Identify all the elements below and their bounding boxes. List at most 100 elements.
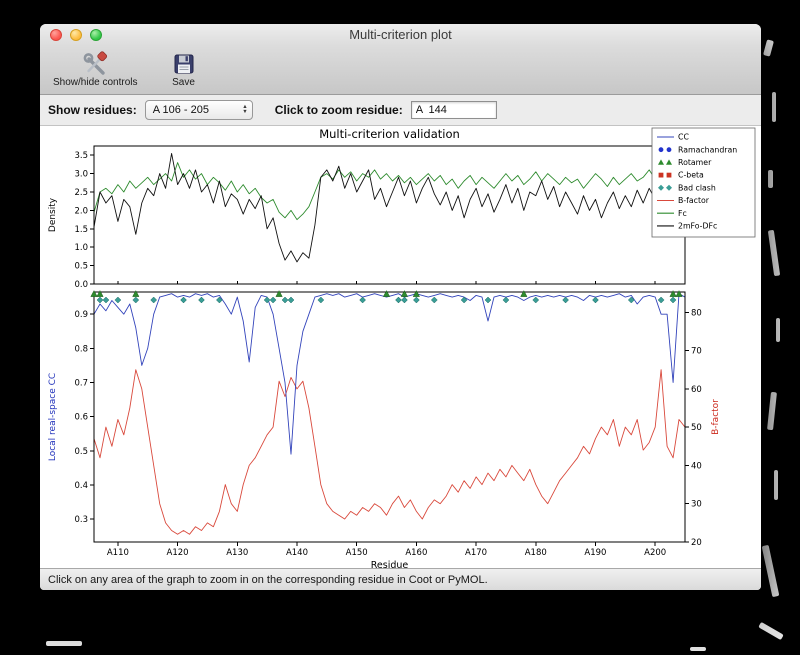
chart-title: Multi-criterion validation bbox=[319, 127, 460, 141]
y-tick-label: 80 bbox=[691, 308, 702, 318]
x-tick-label: A110 bbox=[107, 548, 129, 558]
bad-clash-marker bbox=[430, 296, 438, 304]
screen-artifact bbox=[758, 621, 784, 641]
y-tick-label: 0.0 bbox=[74, 280, 88, 290]
bad-clash-marker bbox=[413, 296, 420, 304]
y-tick-label: 0.9 bbox=[74, 310, 88, 320]
y-tick-label: 1.5 bbox=[74, 225, 88, 235]
controls-bar: Show residues: A 106 - 205 ▲ ▼ Click to z… bbox=[40, 95, 761, 126]
plot-area[interactable]: 0.0 0.5 1.0 1.5 2.0 2.5 3.0 3.5 0.3 0.4 0.5 0.6 0.7 0… bbox=[40, 126, 761, 568]
bad-clash-marker bbox=[269, 296, 277, 304]
screen-artifact bbox=[767, 229, 781, 277]
residue-range-value: A 106 - 205 bbox=[152, 104, 209, 116]
cc-axis-label: Local real-space CC bbox=[48, 373, 58, 461]
y-tick-label: 0.5 bbox=[74, 262, 88, 272]
top-plot-frame bbox=[93, 145, 686, 285]
screen-artifact bbox=[690, 647, 706, 651]
bad-clash-marker bbox=[502, 296, 510, 304]
screen-artifact bbox=[774, 470, 778, 500]
screen-artifact bbox=[772, 92, 776, 122]
legend-circle-symbol bbox=[666, 147, 672, 153]
y-tick-label: 40 bbox=[691, 461, 702, 471]
tools-icon bbox=[82, 50, 108, 77]
close-button[interactable] bbox=[50, 29, 62, 41]
bad-clash-marker bbox=[114, 296, 122, 304]
x-tick-label: A190 bbox=[584, 548, 606, 558]
y-tick-label: 3.0 bbox=[74, 170, 88, 180]
bad-clash-marker bbox=[359, 296, 366, 304]
zoom-residue-input[interactable] bbox=[410, 101, 497, 119]
show-hide-controls-button[interactable]: Show/hide controls bbox=[50, 49, 141, 89]
zoom-residue-label: Click to zoom residue: bbox=[274, 103, 403, 117]
fc-line bbox=[93, 162, 686, 221]
b-factor-line bbox=[93, 369, 686, 535]
legend-label: B-factor bbox=[678, 196, 710, 205]
bad-clash-marker bbox=[132, 296, 140, 304]
save-label: Save bbox=[172, 77, 195, 88]
bad-clash-marker bbox=[401, 296, 408, 304]
x-tick-label: A180 bbox=[525, 548, 547, 558]
status-bar: Click on any area of the graph to zoom i… bbox=[40, 568, 761, 590]
legend-circle-symbol bbox=[658, 147, 664, 153]
window-title: Multi-criterion plot bbox=[349, 27, 452, 42]
bad-clash-marker bbox=[484, 296, 492, 304]
screen-artifact bbox=[761, 544, 780, 598]
y-tick-label: 0.7 bbox=[74, 379, 88, 389]
bad-clash-marker bbox=[281, 296, 289, 304]
show-residues-label: Show residues: bbox=[48, 103, 137, 117]
screen-artifact bbox=[768, 170, 773, 188]
y-tick-label: 3.5 bbox=[74, 151, 88, 161]
y-tick-label: 2.5 bbox=[74, 188, 88, 198]
b-factor-axis-label: B-factor bbox=[711, 399, 721, 435]
bad-clash-marker bbox=[669, 296, 677, 304]
multi-criterion-plot-window: Multi-criterion plot Show/hide controls bbox=[40, 24, 761, 590]
y-tick-label: 60 bbox=[691, 385, 702, 395]
y-tick-label: 70 bbox=[691, 347, 702, 357]
y-tick-label: 0.4 bbox=[74, 481, 88, 491]
screen-artifact bbox=[763, 39, 774, 57]
save-icon bbox=[172, 50, 196, 77]
cc-line bbox=[93, 293, 686, 455]
combo-stepper-icon: ▲ ▼ bbox=[242, 104, 248, 115]
bad-clash-marker bbox=[96, 296, 104, 304]
x-tick-label: A150 bbox=[346, 548, 368, 558]
bad-clash-marker bbox=[102, 296, 110, 304]
legend-label: Ramachandran bbox=[678, 145, 737, 154]
screen-artifact bbox=[776, 318, 780, 342]
bad-clash-marker bbox=[287, 296, 295, 304]
y-tick-label: 50 bbox=[691, 423, 702, 433]
show-hide-controls-label: Show/hide controls bbox=[53, 77, 138, 88]
x-tick-label: A200 bbox=[644, 548, 666, 558]
x-tick-label: A140 bbox=[286, 548, 308, 558]
bad-clash-marker bbox=[395, 296, 402, 304]
status-text: Click on any area of the graph to zoom i… bbox=[48, 573, 488, 586]
minimize-button[interactable] bbox=[70, 29, 82, 41]
legend-square-symbol bbox=[658, 172, 664, 178]
y-tick-label: 2.0 bbox=[74, 206, 88, 216]
save-button[interactable]: Save bbox=[169, 49, 199, 89]
x-axis-label: Residue bbox=[371, 560, 409, 568]
y-tick-label: 20 bbox=[691, 538, 702, 548]
zoom-window-button[interactable] bbox=[90, 29, 102, 41]
residue-range-select[interactable]: A 106 - 205 ▲ ▼ bbox=[144, 100, 253, 120]
bad-clash-marker bbox=[562, 296, 569, 304]
x-tick-label: A170 bbox=[465, 548, 487, 558]
bottom-plot-frame bbox=[93, 291, 686, 543]
y-tick-label: 30 bbox=[691, 500, 702, 510]
bad-clash-marker bbox=[198, 296, 205, 304]
legend-label: Bad clash bbox=[678, 183, 716, 192]
window-titlebar[interactable]: Multi-criterion plot bbox=[40, 24, 761, 46]
bad-clash-marker bbox=[180, 296, 187, 304]
multi-criterion-chart[interactable]: 0.0 0.5 1.0 1.5 2.0 2.5 3.0 3.5 0.3 0.4 0.5 0.6 0.7 0… bbox=[40, 126, 759, 568]
bad-clash-marker bbox=[317, 296, 325, 304]
x-tick-label: A160 bbox=[405, 548, 427, 558]
bad-clash-marker bbox=[592, 296, 599, 304]
density-axis-label: Density bbox=[48, 197, 58, 232]
legend-label: 2mFo-DFc bbox=[678, 222, 717, 231]
screen-artifact bbox=[46, 641, 82, 646]
two-mfo-dfc-line bbox=[93, 152, 686, 263]
bad-clash-marker bbox=[532, 296, 540, 304]
screen-artifact bbox=[767, 391, 777, 431]
legend-label: Fc bbox=[678, 209, 687, 218]
y-tick-label: 0.6 bbox=[74, 413, 88, 423]
